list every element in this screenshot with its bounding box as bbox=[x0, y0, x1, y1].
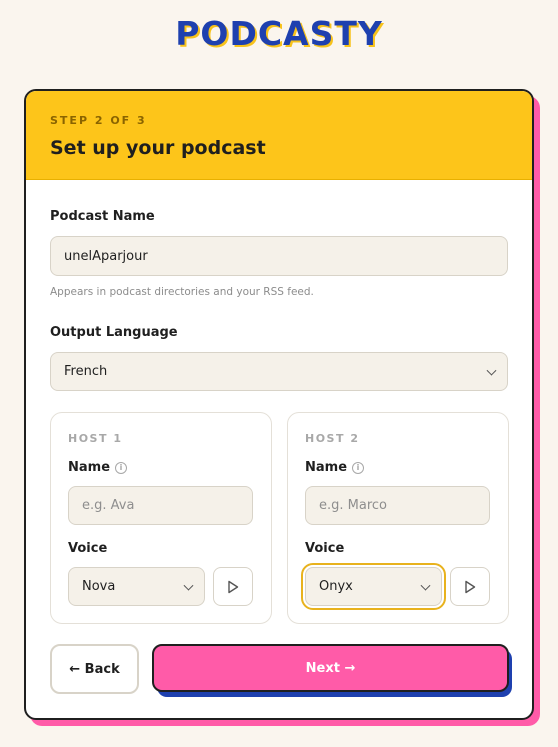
next-button[interactable]: Next → bbox=[152, 644, 509, 692]
podcast-name-helper: Appears in podcast directories and your … bbox=[50, 286, 314, 298]
output-language-label: Output Language bbox=[50, 325, 178, 340]
host-2-name-label: Name bbox=[305, 460, 348, 475]
info-icon[interactable]: i bbox=[115, 462, 128, 474]
host-2-card: HOST 2 Name i e.g. Marco Voice Onyx bbox=[287, 412, 509, 624]
host-2-play-button[interactable] bbox=[450, 567, 490, 606]
host-2-voice-select[interactable]: Onyx bbox=[301, 563, 446, 610]
podcast-name-label: Podcast Name bbox=[50, 209, 155, 224]
host-1-title: HOST 1 bbox=[68, 432, 123, 445]
host-1-name-label: Name bbox=[68, 460, 111, 475]
output-language-value: French bbox=[64, 364, 108, 379]
host-1-voice-value: Nova bbox=[82, 579, 116, 594]
host-2-title: HOST 2 bbox=[305, 432, 360, 445]
card-header: STEP 2 OF 3 Set up your podcast bbox=[26, 91, 532, 180]
host-2-voice-label: Voice bbox=[305, 541, 345, 556]
host-2-name-input[interactable]: e.g. Marco bbox=[305, 486, 490, 525]
host-1-name-label-wrap: Name i bbox=[68, 460, 128, 475]
play-icon bbox=[465, 580, 476, 593]
output-language-select[interactable]: French bbox=[50, 352, 508, 391]
host-1-card: HOST 1 Name i e.g. Ava Voice Nova bbox=[50, 412, 272, 624]
step-indicator: STEP 2 OF 3 bbox=[50, 114, 147, 127]
podcast-name-input[interactable]: unelAparjour bbox=[50, 236, 508, 276]
host-1-voice-label: Voice bbox=[68, 541, 108, 556]
back-button[interactable]: ← Back bbox=[50, 644, 139, 694]
host-1-voice-select[interactable]: Nova bbox=[68, 567, 205, 606]
host-1-play-button[interactable] bbox=[213, 567, 253, 606]
chevron-down-icon bbox=[183, 580, 194, 591]
podcasty-logo: PODCASTY bbox=[175, 14, 383, 53]
host-2-voice-value: Onyx bbox=[319, 579, 353, 594]
page-title: Set up your podcast bbox=[50, 137, 266, 159]
chevron-down-icon bbox=[486, 365, 497, 376]
setup-card: STEP 2 OF 3 Set up your podcast Podcast … bbox=[24, 89, 534, 720]
chevron-down-icon bbox=[420, 580, 431, 591]
play-icon bbox=[228, 580, 239, 593]
host-1-name-input[interactable]: e.g. Ava bbox=[68, 486, 253, 525]
info-icon[interactable]: i bbox=[352, 462, 365, 474]
host-2-name-label-wrap: Name i bbox=[305, 460, 365, 475]
